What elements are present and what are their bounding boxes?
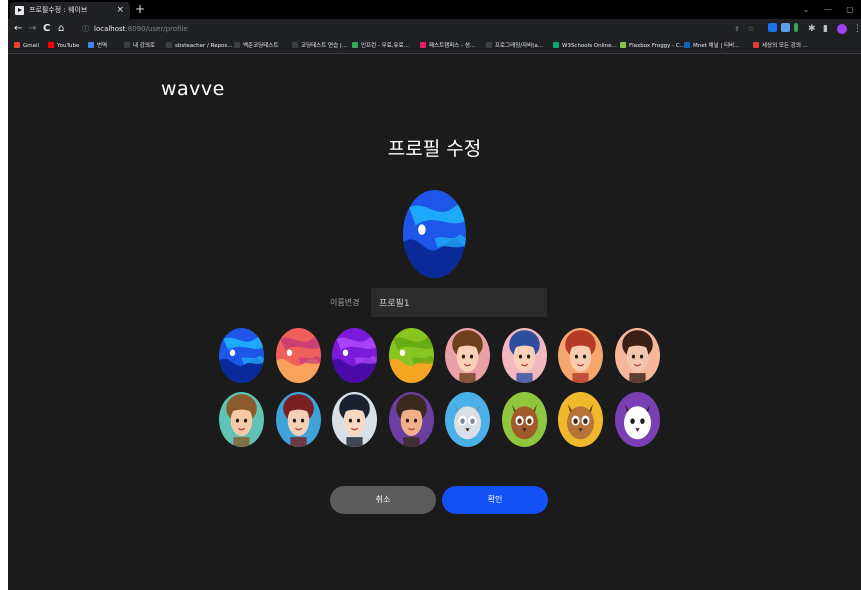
bookmark-item[interactable]: 내 강의로 <box>124 39 155 53</box>
profile-avatar-icon[interactable] <box>837 24 847 34</box>
puzzle-icon[interactable]: ✱ <box>808 19 816 39</box>
browser-tab[interactable]: 프로필수정 : 웨이브 × <box>10 2 130 19</box>
avatar-panda[interactable] <box>614 392 660 447</box>
minimize-icon[interactable]: — <box>817 0 839 19</box>
bookmark-favicon-icon <box>14 42 20 48</box>
menu-icon[interactable]: ⋮ <box>853 19 861 39</box>
bookmark-favicon-icon <box>352 42 358 48</box>
bookmarks-bar: Gmail YouTube 번역 내 강의로 sbsteacher / Repos...… <box>8 39 861 54</box>
address-bar[interactable]: ⓘ localhost:8090/user/profile ⇪ ☆ <box>78 22 754 36</box>
avatar-green-planet[interactable] <box>388 328 434 383</box>
avatar-girl-dark-hair[interactable] <box>614 328 660 383</box>
avatar-bear[interactable] <box>501 392 547 447</box>
bookmark-favicon-icon <box>486 42 492 48</box>
home-button[interactable]: ⌂ <box>58 19 64 39</box>
reload-button[interactable]: C <box>43 19 50 39</box>
bookmark-favicon-icon <box>684 42 690 48</box>
avatar-girl-red-hair[interactable] <box>558 328 603 383</box>
bookmark-label: Flexbox Froggy - C... <box>629 43 685 49</box>
bookmark-item[interactable]: sbsteacher / Repos... <box>166 39 233 53</box>
forward-button[interactable]: → <box>28 19 36 39</box>
wavve-favicon-icon <box>15 6 24 15</box>
bookmark-item[interactable]: 세상의 모든 강의 ... <box>753 39 808 53</box>
avatar-boy-red-hair[interactable] <box>275 392 321 447</box>
window-controls: ⌄ — ▢ <box>795 0 861 19</box>
name-change-label: 이름변경 <box>330 298 360 307</box>
bookmark-item[interactable]: 프로그래밍/자바(a... <box>486 39 543 53</box>
bookmark-label: sbsteacher / Repos... <box>175 43 233 49</box>
bookmark-item[interactable]: 패스트캠퍼스 - 성... <box>420 39 475 53</box>
cancel-button[interactable]: 취소 <box>330 486 436 514</box>
bookmark-label: 인프런 - 무료,유료... <box>361 43 409 49</box>
bookmark-favicon-icon <box>753 42 759 48</box>
bookmark-item[interactable]: Gmail <box>14 39 39 53</box>
avatar-girl-ponytail[interactable] <box>445 328 490 383</box>
bookmark-item[interactable]: 번역 <box>88 39 107 53</box>
close-tab-icon[interactable]: × <box>116 2 124 19</box>
new-tab-button[interactable]: + <box>135 0 145 19</box>
share-icon[interactable]: ⇪ <box>734 22 740 36</box>
bookmark-favicon-icon <box>292 42 298 48</box>
bookmark-label: YouTube <box>57 43 80 49</box>
avatar-baby[interactable] <box>219 392 264 447</box>
avatar-blue-planet[interactable] <box>219 328 264 383</box>
maximize-icon[interactable]: ▢ <box>839 0 861 19</box>
bookmark-label: 번역 <box>97 43 108 49</box>
avatar-red-planet[interactable] <box>275 328 321 383</box>
profile-name-input[interactable] <box>371 288 547 317</box>
page-title: 프로필 수정 <box>387 138 482 160</box>
back-button[interactable]: ← <box>14 19 22 39</box>
bookmark-label: Gmail <box>23 43 40 49</box>
tab-strip: 프로필수정 : 웨이브 × + ⌄ — ▢ <box>8 0 861 19</box>
info-icon[interactable]: ⓘ <box>82 22 89 36</box>
bookmark-item[interactable]: YouTube <box>48 39 79 53</box>
bookmark-label: Mnet 채널 | 티버... <box>693 43 740 49</box>
sidebar-icon[interactable]: ▮ <box>823 19 828 39</box>
bookmark-favicon-icon <box>48 42 54 48</box>
bookmark-item[interactable]: 코딩테스트 연습 |... <box>292 39 347 53</box>
avatar-girl-cap[interactable] <box>501 328 547 383</box>
bookmark-label: 프로그래밍/자바(a... <box>495 43 544 49</box>
bookmark-favicon-icon <box>88 42 94 48</box>
wavve-logo[interactable]: wavve <box>161 78 225 100</box>
bookmark-favicon-icon <box>124 42 130 48</box>
address-bar-row: ← → C ⌂ ⓘ localhost:8090/user/profile ⇪ … <box>8 19 861 39</box>
bookmark-favicon-icon <box>553 42 559 48</box>
bookmark-favicon-icon <box>620 42 626 48</box>
profile-edit-page: wavve 프로필 수정 이름변경 취소 확인 <box>8 54 861 590</box>
avatar-boy-black-hair[interactable] <box>332 392 377 447</box>
bookmark-favicon-icon <box>234 42 240 48</box>
extension-icon[interactable] <box>794 23 798 32</box>
bookmark-item[interactable]: 인프런 - 무료,유료... <box>352 39 409 53</box>
avatar-cat[interactable] <box>445 392 490 447</box>
bookmark-label: W3Schools Online... <box>562 43 617 49</box>
avatar-purple-planet[interactable] <box>332 328 377 383</box>
star-icon[interactable]: ☆ <box>748 22 754 36</box>
browser-window: 프로필수정 : 웨이브 × + ⌄ — ▢ ← → C ⌂ ⓘ localhost:… <box>8 0 861 590</box>
bookmark-favicon-icon <box>420 42 426 48</box>
bookmark-favicon-icon <box>166 42 172 48</box>
bookmark-label: 내 강의로 <box>133 43 155 49</box>
bookmark-label: 패스트캠퍼스 - 성... <box>429 43 476 49</box>
extension-icon[interactable] <box>768 23 777 32</box>
chevron-down-icon[interactable]: ⌄ <box>795 0 817 19</box>
avatar-man-purple[interactable] <box>388 392 434 447</box>
bookmark-item[interactable]: 백준코딩테스트 <box>234 39 278 53</box>
selected-avatar <box>403 190 466 278</box>
confirm-button[interactable]: 확인 <box>442 486 548 514</box>
bookmark-label: 코딩테스트 연습 |... <box>301 43 348 49</box>
url-text: localhost:8090/user/profile <box>94 25 188 33</box>
bookmark-item[interactable]: Mnet 채널 | 티버... <box>684 39 739 53</box>
bookmark-label: 세상의 모든 강의 ... <box>762 43 808 49</box>
tab-title: 프로필수정 : 웨이브 <box>29 6 88 14</box>
bookmark-item[interactable]: W3Schools Online... <box>553 39 617 53</box>
extension-icon[interactable] <box>781 23 790 32</box>
bookmark-item[interactable]: Flexbox Froggy - C... <box>620 39 685 53</box>
bookmark-label: 백준코딩테스트 <box>243 43 279 49</box>
avatar-owl[interactable] <box>558 392 603 447</box>
